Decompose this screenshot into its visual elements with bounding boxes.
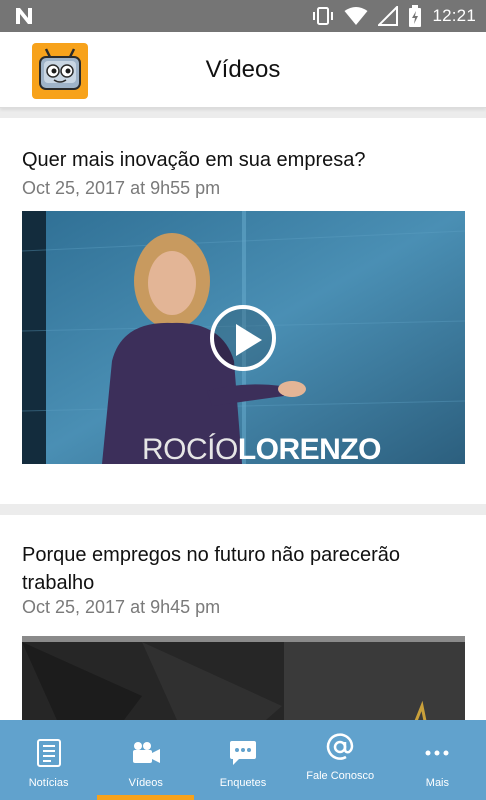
nav-label: Notícias <box>28 777 69 789</box>
video-camera-icon <box>131 738 161 768</box>
nav-item-videos[interactable]: Vídeos <box>97 720 195 800</box>
video-thumbnail[interactable] <box>22 636 465 720</box>
video-thumbnail[interactable]: ROCÍOLORENZO <box>22 211 465 464</box>
video-title[interactable]: Porque empregos no futuro não parecerão … <box>22 541 462 597</box>
nav-label: Fale Conosco <box>306 770 375 782</box>
caption-first-name: ROCÍO <box>142 433 238 464</box>
video-card[interactable]: Quer mais inovação em sua empresa? Oct 2… <box>0 118 486 504</box>
play-button[interactable] <box>210 305 276 371</box>
video-date: Oct 25, 2017 at 9h55 pm <box>22 178 221 198</box>
nav-label: Enquetes <box>219 777 267 789</box>
chat-bubble-icon <box>228 738 258 768</box>
video-feed[interactable]: Quer mais inovação em sua empresa? Oct 2… <box>0 110 486 720</box>
battery-charging-icon <box>409 5 422 27</box>
thumbnail-image <box>22 636 465 720</box>
nav-item-noticias[interactable]: Notícias <box>0 720 97 800</box>
newspaper-icon <box>34 738 64 768</box>
nav-item-fale-conosco[interactable]: Fale Conosco <box>292 720 389 800</box>
video-card[interactable]: Porque empregos no futuro não parecerão … <box>0 515 486 720</box>
play-icon <box>236 324 262 356</box>
nav-label: Vídeos <box>128 777 163 789</box>
wifi-icon <box>344 7 368 25</box>
app-bar: Vídeos <box>0 32 486 108</box>
vibrate-icon <box>313 7 334 25</box>
more-dots-icon <box>422 738 452 768</box>
video-title[interactable]: Quer mais inovação em sua empresa? <box>22 146 462 174</box>
status-bar: 12:21 <box>0 0 486 32</box>
bottom-navigation: Notícias Vídeos Enquetes Fale Conosco Ma… <box>0 720 486 800</box>
video-date: Oct 25, 2017 at 9h45 pm <box>22 597 221 617</box>
at-sign-icon <box>325 732 355 762</box>
status-icons: 12:21 <box>312 0 476 32</box>
thumbnail-caption: ROCÍOLORENZO <box>142 433 382 464</box>
status-time: 12:21 <box>432 6 476 25</box>
n-notification-icon <box>16 8 32 24</box>
caption-last-name: LORENZO <box>237 433 382 464</box>
nav-label: Mais <box>425 777 450 789</box>
nav-item-mais[interactable]: Mais <box>389 720 486 800</box>
nav-item-enquetes[interactable]: Enquetes <box>194 720 291 800</box>
page-title: Vídeos <box>205 56 281 83</box>
signal-icon <box>378 6 399 26</box>
